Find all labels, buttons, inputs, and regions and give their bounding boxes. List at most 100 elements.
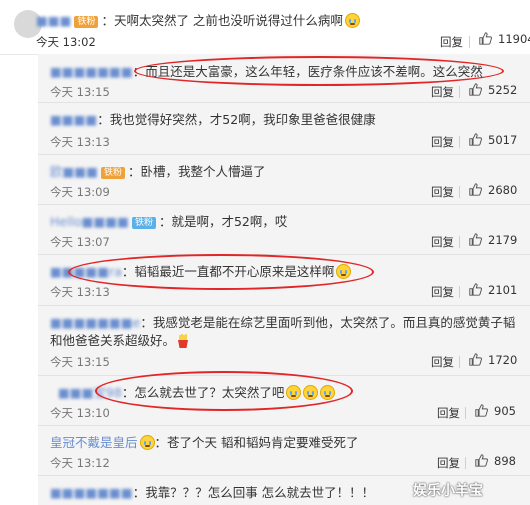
crying-face-icon xyxy=(344,13,360,28)
like-button[interactable]: 2101 xyxy=(469,283,517,297)
like-count: 898 xyxy=(494,454,516,468)
reply-username[interactable]: 皇冠不戴是皇后 xyxy=(50,435,138,450)
reply-text: ：苍了个天 韬和韬妈肯定要难受死了 xyxy=(154,435,359,450)
reply-button[interactable]: 回复 xyxy=(431,284,454,300)
reply-item: 皇冠不戴是皇后 ：苍了个天 韬和韬妈肯定要难受死了 今天 13:12 回复 898 xyxy=(38,425,530,476)
reply-text: ：我也觉得好突然，才52啊，我印象里爸爸很健康 xyxy=(97,112,376,127)
like-button[interactable]: 1720 xyxy=(469,353,517,367)
watermark: 娱乐小羊宝 xyxy=(413,483,483,499)
like-count: 5252 xyxy=(488,83,518,97)
comment-text: ：天啊太突然了 之前也没听说得过什么病啊 xyxy=(101,13,343,28)
reply-item: ■■■■■■■e：我感觉老是能在综艺里面听到他，太突然了。而且真的感觉黄子韬和他… xyxy=(38,305,530,376)
divider xyxy=(459,236,460,248)
reply-button[interactable]: 回复 xyxy=(431,184,454,200)
divider xyxy=(469,36,470,48)
reply-item: ■■■■：我也觉得好突然，才52啊，我印象里爸爸很健康 今天 13:13 回复 … xyxy=(38,102,530,155)
reply-content: Hello■■■■ 铁粉 ：就是啊，才52啊，哎 xyxy=(50,213,287,231)
like-count: 905 xyxy=(494,404,516,418)
thumbs-up-icon xyxy=(469,353,482,366)
like-button[interactable]: 5017 xyxy=(469,133,517,147)
reply-content: ■■■宝98：怎么就去世了？太突然了吧 xyxy=(58,384,336,402)
comment-time: 今天 13:02 xyxy=(36,35,96,49)
thumbs-up-icon xyxy=(469,133,482,146)
reply-button[interactable]: 回复 xyxy=(440,34,463,50)
reply-time: 今天 13:10 xyxy=(50,406,110,420)
like-count: 2680 xyxy=(488,183,518,197)
top-comment: ■■■ 铁粉 ：天啊太突然了 之前也没听说得过什么病啊 今天 13:02 回复 11… xyxy=(0,0,530,55)
crying-face-icon xyxy=(336,264,352,279)
thumbs-up-icon xyxy=(469,283,482,296)
like-button[interactable]: 11904 xyxy=(479,32,530,46)
like-button[interactable]: 898 xyxy=(475,454,516,468)
like-button[interactable]: 5252 xyxy=(469,83,517,97)
like-count: 2179 xyxy=(488,233,518,247)
reply-content: 皇冠不戴是皇后 ：苍了个天 韬和韬妈肯定要难受死了 xyxy=(50,434,359,452)
reply-content: ■■■■■■■：而且还是大富豪，这么年轻，医疗条件应该不差啊。这么突然 xyxy=(50,63,483,81)
reply-button[interactable]: 回复 xyxy=(437,405,460,421)
thumbs-up-icon xyxy=(469,83,482,96)
reply-username[interactable]: ■■■■■■■e xyxy=(50,315,140,330)
divider xyxy=(465,457,466,469)
reply-username[interactable]: ■■■■■■■ xyxy=(50,64,133,79)
like-count: 1720 xyxy=(488,353,518,367)
fan-badge: 铁粉 xyxy=(131,217,156,229)
crying-face-icon xyxy=(320,385,336,400)
reply-time: 今天 13:13 xyxy=(50,135,110,149)
like-button[interactable]: 905 xyxy=(475,404,516,418)
reply-text: ：韬韬最近一直都不开心原来是这样啊 xyxy=(121,264,335,279)
thumbs-up-icon xyxy=(469,233,482,246)
reply-time: 今天 13:09 xyxy=(50,185,110,199)
comments-page: ■■■ 铁粉 ：天啊太突然了 之前也没听说得过什么病啊 今天 13:02 回复 11… xyxy=(0,0,530,505)
reply-text: ：就是啊，才52啊，哎 xyxy=(158,214,288,229)
reply-text: ：怎么就去世了？太突然了吧 xyxy=(121,385,285,400)
crying-face-icon xyxy=(303,385,319,400)
reply-item: ■■■■■■■：而且还是大富豪，这么年轻，医疗条件应该不差啊。这么突然 今天 1… xyxy=(38,54,530,103)
reply-time: 今天 13:12 xyxy=(50,456,110,470)
reply-time: 今天 13:15 xyxy=(50,85,110,99)
divider xyxy=(459,86,460,98)
comment-content: ■■■ 铁粉 ：天啊太突然了 之前也没听说得过什么病啊 xyxy=(36,10,360,29)
like-button[interactable]: 2680 xyxy=(469,183,517,197)
fan-badge: 铁粉 xyxy=(74,16,99,28)
reply-button[interactable]: 回复 xyxy=(431,134,454,150)
divider xyxy=(459,356,460,368)
reply-content: ■■■■■■■：我靠？？？怎么回事 怎么就去世了！！！ xyxy=(50,484,374,502)
reply-text: ：卧槽，我整个人懵逼了 xyxy=(127,164,266,179)
like-count: 5017 xyxy=(488,133,518,147)
crying-face-icon xyxy=(139,435,155,450)
fan-badge: 铁粉 xyxy=(100,167,125,179)
reply-item: Hello■■■■ 铁粉 ：就是啊，才52啊，哎 今天 13:07 回复 2179 xyxy=(38,204,530,255)
divider xyxy=(459,286,460,298)
divider xyxy=(459,136,460,148)
reply-time: 今天 13:15 xyxy=(50,355,110,369)
reply-content: ■■■■■ra：韬韬最近一直都不开心原来是这样啊 xyxy=(50,263,352,281)
divider xyxy=(465,407,466,419)
reply-username[interactable]: ■■■宝98 xyxy=(58,385,122,400)
reply-item: ■■■宝98：怎么就去世了？太突然了吧 今天 13:10 回复 905 xyxy=(38,375,530,426)
fries-icon xyxy=(178,334,189,348)
reply-button[interactable]: 回复 xyxy=(437,455,460,471)
reply-username[interactable]: ■■■■■ra xyxy=(50,264,122,279)
reply-item: ■■■■■ra：韬韬最近一直都不开心原来是这样啊 今天 13:13 回复 210… xyxy=(38,254,530,306)
reply-button[interactable]: 回复 xyxy=(431,354,454,370)
reply-username[interactable]: ■■■■■■■ xyxy=(50,485,133,500)
thumbs-up-icon xyxy=(469,183,482,196)
reply-time: 今天 13:07 xyxy=(50,235,110,249)
reply-button[interactable]: 回复 xyxy=(431,84,454,100)
reply-content: 欧■■■ 铁粉 ：卧槽，我整个人懵逼了 xyxy=(50,163,265,181)
reply-list: ■■■■■■■：而且还是大富豪，这么年轻，医疗条件应该不差啊。这么突然 今天 1… xyxy=(38,54,530,505)
thumbs-up-icon xyxy=(475,404,488,417)
reply-content: ■■■■■■■e：我感觉老是能在综艺里面听到他，太突然了。而且真的感觉黄子韬和他… xyxy=(50,314,520,350)
reply-username[interactable]: ■■■■ xyxy=(50,112,97,127)
crying-face-icon xyxy=(286,385,302,400)
reply-button[interactable]: 回复 xyxy=(431,234,454,250)
thumbs-up-icon xyxy=(479,32,492,45)
divider xyxy=(459,186,460,198)
reply-username[interactable]: 欧■■■ xyxy=(50,164,98,179)
reply-username[interactable]: Hello■■■■ xyxy=(50,214,129,229)
reply-time: 今天 13:13 xyxy=(50,285,110,299)
like-button[interactable]: 2179 xyxy=(469,233,517,247)
reply-text: ：我靠？？？怎么回事 怎么就去世了！！！ xyxy=(132,485,375,500)
like-count: 11904 xyxy=(498,32,530,46)
comment-username[interactable]: ■■■ xyxy=(36,13,71,28)
